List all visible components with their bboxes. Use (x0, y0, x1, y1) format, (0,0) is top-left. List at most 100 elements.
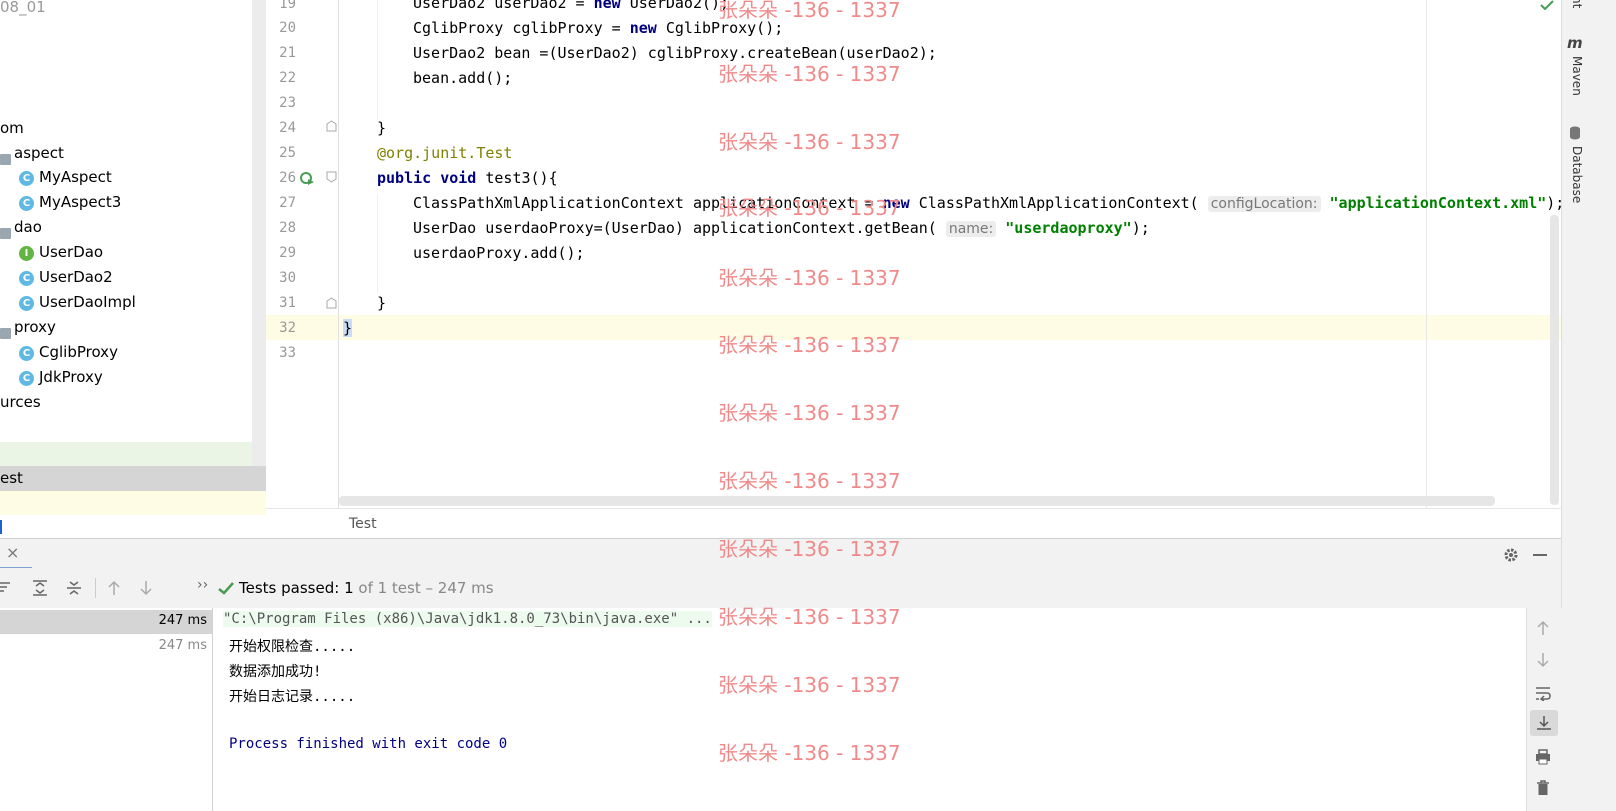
tool-window-maven[interactable]: Maven (1570, 56, 1584, 96)
tree-item-cglibproxy[interactable]: CglibProxy (39, 343, 118, 361)
indent-guide (377, 193, 378, 293)
scroll-up-icon[interactable] (1536, 620, 1550, 636)
keyword: void (440, 169, 477, 187)
tree-item-dao[interactable]: dao (14, 218, 42, 236)
tree-row-selected[interactable]: est (0, 466, 266, 491)
line-number: 26 (279, 170, 296, 186)
console-line: 数据添加成功! (229, 664, 322, 680)
console-line-exit: Process finished with exit code 0 (229, 736, 508, 752)
current-line-highlight (339, 315, 1561, 340)
expand-all-icon[interactable] (32, 580, 48, 596)
database-icon (1570, 126, 1580, 140)
line-number: 23 (279, 95, 296, 111)
test-row-selected[interactable]: 247 ms (0, 610, 212, 634)
watermark: 张朵朵 -136 - 1337 (718, 62, 901, 86)
watermark: 张朵朵 -136 - 1337 (718, 673, 901, 697)
tree-item-userdao[interactable]: UserDao (39, 243, 103, 261)
minimize-icon[interactable] (1533, 554, 1547, 556)
code-text: UserDao2 userDao2 = (413, 0, 594, 12)
tree-item-proxy[interactable]: proxy (14, 318, 56, 336)
close-tab-icon[interactable]: × (6, 543, 19, 562)
scroll-to-end-button[interactable] (1530, 710, 1558, 736)
toolbar-separator (95, 578, 96, 598)
interface-icon: I (19, 246, 34, 261)
collapse-all-icon[interactable] (66, 580, 82, 596)
right-tool-strip: nt m Maven Database (1540, 0, 1616, 811)
watermark: 张朵朵 -136 - 1337 (718, 469, 901, 493)
line-number: 25 (279, 145, 296, 161)
sort-icon[interactable] (0, 580, 12, 594)
fold-marker-icon[interactable] (326, 120, 337, 132)
fold-marker-icon[interactable] (326, 297, 337, 309)
parameter-hint: name: (945, 221, 997, 237)
tree-item-userdao2[interactable]: UserDao2 (39, 268, 113, 286)
code-text: UserDao2(); (620, 0, 730, 12)
indent-guide (377, 0, 378, 120)
status-suffix: of 1 test – 247 ms (358, 579, 494, 597)
class-icon: C (19, 346, 34, 361)
tool-window-database[interactable]: Database (1570, 146, 1584, 203)
test-row[interactable]: 247 ms (0, 635, 212, 659)
tree-scrollbar[interactable] (252, 0, 266, 466)
code-text: ClassPathXmlApplicationContext( (909, 194, 1199, 212)
line-number: 30 (279, 270, 296, 286)
editor-vertical-scrollbar[interactable] (1550, 215, 1559, 505)
watermark: 张朵朵 -136 - 1337 (718, 605, 901, 629)
test-duration: 247 ms (158, 613, 207, 628)
code-line-31: } (377, 294, 387, 312)
scroll-down-icon[interactable] (1536, 652, 1550, 668)
inspection-ok-icon[interactable] (1540, 0, 1554, 10)
watermark: 张朵朵 -136 - 1337 (718, 130, 901, 154)
check-icon (218, 582, 234, 595)
test-duration: 247 ms (158, 638, 207, 653)
tree-item-om[interactable]: om (0, 119, 24, 137)
run-test-icon[interactable] (299, 171, 315, 187)
package-icon (0, 328, 11, 339)
code-editor[interactable]: UserDao2 userDao2 = new UserDao2(); Cgli… (339, 0, 1561, 508)
test-status: Tests passed: 1 of 1 test – 247 ms (239, 579, 494, 597)
line-number: 27 (279, 195, 296, 211)
console-line-command: "C:\Program Files (x86)\Java\jdk1.8.0_73… (223, 611, 712, 627)
code-text: ); (1131, 219, 1150, 237)
line-number: 19 (279, 0, 296, 12)
class-icon: C (19, 171, 34, 186)
tree-item-jdkproxy[interactable]: JdkProxy (39, 368, 103, 386)
tree-item-test: est (0, 469, 23, 487)
tree-item-myaspect[interactable]: MyAspect (39, 168, 112, 186)
arrow-down-icon[interactable] (139, 580, 153, 596)
tree-item-userdaoimpl[interactable]: UserDaoImpl (39, 293, 136, 311)
editor-gutter: 19 20 21 22 23 24 25 26 27 28 29 30 31 3… (266, 0, 339, 508)
print-icon[interactable] (1535, 749, 1551, 765)
gear-icon[interactable] (1503, 547, 1519, 563)
more-actions-icon[interactable]: ›› (197, 577, 208, 593)
arrow-up-icon[interactable] (107, 580, 121, 596)
breadcrumb-item-test[interactable]: Test (349, 516, 377, 532)
class-icon: C (19, 296, 34, 311)
test-results-tree: 247 ms 247 ms (0, 608, 213, 811)
console-line: 开始日志记录..... (229, 689, 356, 705)
status-prefix: Tests passed: (239, 579, 340, 597)
tree-item-myaspect3[interactable]: MyAspect3 (39, 193, 121, 211)
editor-horizontal-scrollbar[interactable] (339, 496, 1495, 506)
line-number: 21 (279, 45, 296, 61)
editor-breadcrumb: Test (266, 508, 1561, 539)
tree-item-aspect[interactable]: aspect (14, 144, 64, 162)
line-number: 22 (279, 70, 296, 86)
code-text: test3(){ (476, 169, 558, 187)
watermark: 张朵朵 -136 - 1337 (718, 401, 901, 425)
keyword: new (629, 19, 657, 37)
watermark: 张朵朵 -136 - 1337 (718, 266, 901, 290)
console-output[interactable]: "C:\Program Files (x86)\Java\jdk1.8.0_73… (213, 608, 1526, 811)
trash-icon[interactable] (1536, 780, 1550, 796)
tool-window-ant[interactable]: nt (1570, 0, 1584, 8)
module-label[interactable]: 08_01 (0, 0, 46, 16)
string-literal: "userdaoproxy" (1005, 219, 1132, 237)
soft-wrap-icon[interactable] (1535, 685, 1551, 701)
console-toolbar (1526, 608, 1562, 811)
package-icon (0, 154, 11, 165)
code-line-24: } (377, 119, 387, 137)
line-number: 28 (279, 220, 296, 236)
code-text: ); (1546, 194, 1561, 212)
tree-item-resources[interactable]: urces (0, 393, 41, 411)
fold-marker-icon[interactable] (326, 171, 337, 183)
